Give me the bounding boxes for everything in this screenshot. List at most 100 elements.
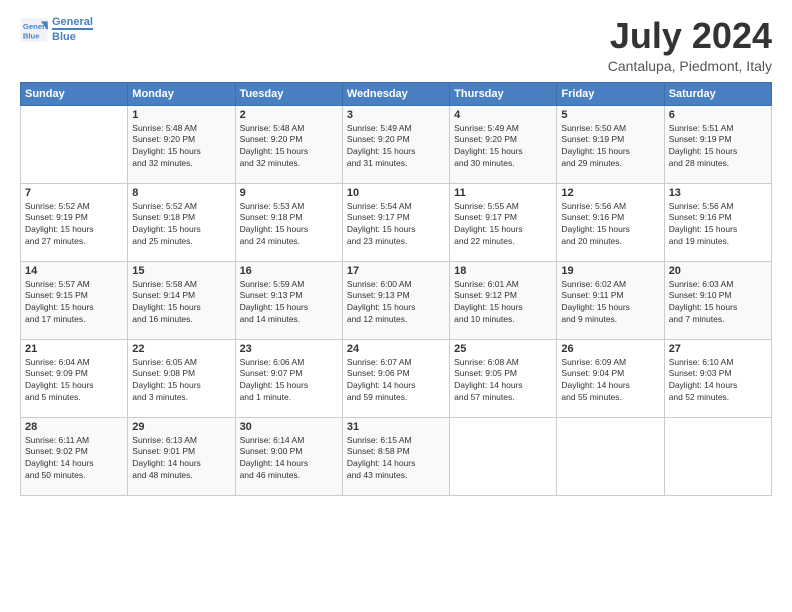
weekday-header: Monday — [128, 82, 235, 105]
logo-text: General — [52, 16, 93, 28]
logo-icon: General Blue — [20, 18, 48, 42]
day-number: 21 — [25, 343, 123, 355]
calendar-table: SundayMondayTuesdayWednesdayThursdayFrid… — [20, 82, 772, 496]
day-info: Sunrise: 5:50 AM Sunset: 9:19 PM Dayligh… — [561, 123, 659, 171]
day-info: Sunrise: 6:05 AM Sunset: 9:08 PM Dayligh… — [132, 357, 230, 405]
weekday-header: Thursday — [450, 82, 557, 105]
day-info: Sunrise: 5:55 AM Sunset: 9:17 PM Dayligh… — [454, 201, 552, 249]
svg-text:Blue: Blue — [23, 31, 40, 40]
calendar-cell: 9 Sunrise: 5:53 AM Sunset: 9:18 PM Daylig… — [235, 183, 342, 261]
calendar-week-row: 7 Sunrise: 5:52 AM Sunset: 9:19 PM Daylig… — [21, 183, 772, 261]
location: Cantalupa, Piedmont, Italy — [608, 58, 772, 74]
day-info: Sunrise: 5:48 AM Sunset: 9:20 PM Dayligh… — [132, 123, 230, 171]
calendar-cell — [450, 417, 557, 495]
day-info: Sunrise: 5:54 AM Sunset: 9:17 PM Dayligh… — [347, 201, 445, 249]
day-number: 14 — [25, 265, 123, 277]
calendar-cell — [664, 417, 771, 495]
calendar-cell: 7 Sunrise: 5:52 AM Sunset: 9:19 PM Daylig… — [21, 183, 128, 261]
calendar-cell: 19Sunrise: 6:02 AM Sunset: 9:11 PM Dayli… — [557, 261, 664, 339]
calendar-cell: 17Sunrise: 6:00 AM Sunset: 9:13 PM Dayli… — [342, 261, 449, 339]
header: General Blue General Blue July 2024 Cant… — [20, 16, 772, 74]
calendar-cell: 4 Sunrise: 5:49 AM Sunset: 9:20 PM Daylig… — [450, 105, 557, 183]
day-info: Sunrise: 5:51 AM Sunset: 9:19 PM Dayligh… — [669, 123, 767, 171]
day-number: 3 — [347, 109, 445, 121]
day-info: Sunrise: 6:15 AM Sunset: 8:58 PM Dayligh… — [347, 435, 445, 483]
day-number: 20 — [669, 265, 767, 277]
calendar-week-row: 1 Sunrise: 5:48 AM Sunset: 9:20 PM Daylig… — [21, 105, 772, 183]
calendar-cell: 3 Sunrise: 5:49 AM Sunset: 9:20 PM Daylig… — [342, 105, 449, 183]
day-number: 13 — [669, 187, 767, 199]
calendar-cell: 13 Sunrise: 5:56 AM Sunset: 9:16 PM Dayli… — [664, 183, 771, 261]
day-info: Sunrise: 5:56 AM Sunset: 9:16 PM Dayligh… — [561, 201, 659, 249]
calendar-cell: 18Sunrise: 6:01 AM Sunset: 9:12 PM Dayli… — [450, 261, 557, 339]
day-info: Sunrise: 5:59 AM Sunset: 9:13 PM Dayligh… — [240, 279, 338, 327]
calendar-cell: 11 Sunrise: 5:55 AM Sunset: 9:17 PM Dayli… — [450, 183, 557, 261]
day-number: 26 — [561, 343, 659, 355]
day-number: 5 — [561, 109, 659, 121]
day-number: 28 — [25, 421, 123, 433]
day-info: Sunrise: 5:53 AM Sunset: 9:18 PM Dayligh… — [240, 201, 338, 249]
day-number: 6 — [669, 109, 767, 121]
calendar-page: General Blue General Blue July 2024 Cant… — [0, 0, 792, 612]
calendar-cell — [557, 417, 664, 495]
title-block: July 2024 Cantalupa, Piedmont, Italy — [608, 16, 772, 74]
day-number: 23 — [240, 343, 338, 355]
calendar-cell: 2 Sunrise: 5:48 AM Sunset: 9:20 PM Daylig… — [235, 105, 342, 183]
calendar-cell: 5 Sunrise: 5:50 AM Sunset: 9:19 PM Daylig… — [557, 105, 664, 183]
day-number: 8 — [132, 187, 230, 199]
header-row: SundayMondayTuesdayWednesdayThursdayFrid… — [21, 82, 772, 105]
day-number: 24 — [347, 343, 445, 355]
day-info: Sunrise: 5:48 AM Sunset: 9:20 PM Dayligh… — [240, 123, 338, 171]
calendar-cell: 25 Sunrise: 6:08 AM Sunset: 9:05 PM Dayli… — [450, 339, 557, 417]
calendar-cell: 8 Sunrise: 5:52 AM Sunset: 9:18 PM Daylig… — [128, 183, 235, 261]
calendar-cell: 29Sunrise: 6:13 AM Sunset: 9:01 PM Dayli… — [128, 417, 235, 495]
calendar-cell: 26 Sunrise: 6:09 AM Sunset: 9:04 PM Dayli… — [557, 339, 664, 417]
day-number: 30 — [240, 421, 338, 433]
day-number: 12 — [561, 187, 659, 199]
day-number: 16 — [240, 265, 338, 277]
day-info: Sunrise: 6:08 AM Sunset: 9:05 PM Dayligh… — [454, 357, 552, 405]
calendar-cell: 21 Sunrise: 6:04 AM Sunset: 9:09 PM Dayli… — [21, 339, 128, 417]
calendar-cell: 16 Sunrise: 5:59 AM Sunset: 9:13 PM Dayli… — [235, 261, 342, 339]
calendar-cell: 20Sunrise: 6:03 AM Sunset: 9:10 PM Dayli… — [664, 261, 771, 339]
day-info: Sunrise: 5:56 AM Sunset: 9:16 PM Dayligh… — [669, 201, 767, 249]
calendar-cell: 27Sunrise: 6:10 AM Sunset: 9:03 PM Dayli… — [664, 339, 771, 417]
day-info: Sunrise: 6:00 AM Sunset: 9:13 PM Dayligh… — [347, 279, 445, 327]
weekday-header: Tuesday — [235, 82, 342, 105]
day-number: 10 — [347, 187, 445, 199]
day-info: Sunrise: 5:57 AM Sunset: 9:15 PM Dayligh… — [25, 279, 123, 327]
calendar-cell: 30 Sunrise: 6:14 AM Sunset: 9:00 PM Dayli… — [235, 417, 342, 495]
day-number: 4 — [454, 109, 552, 121]
calendar-cell: 23Sunrise: 6:06 AM Sunset: 9:07 PM Dayli… — [235, 339, 342, 417]
day-number: 19 — [561, 265, 659, 277]
day-info: Sunrise: 6:01 AM Sunset: 9:12 PM Dayligh… — [454, 279, 552, 327]
day-info: Sunrise: 5:49 AM Sunset: 9:20 PM Dayligh… — [347, 123, 445, 171]
day-number: 7 — [25, 187, 123, 199]
day-number: 25 — [454, 343, 552, 355]
calendar-week-row: 21 Sunrise: 6:04 AM Sunset: 9:09 PM Dayli… — [21, 339, 772, 417]
day-info: Sunrise: 6:14 AM Sunset: 9:00 PM Dayligh… — [240, 435, 338, 483]
day-number: 22 — [132, 343, 230, 355]
weekday-header: Sunday — [21, 82, 128, 105]
day-number: 11 — [454, 187, 552, 199]
day-info: Sunrise: 5:52 AM Sunset: 9:18 PM Dayligh… — [132, 201, 230, 249]
calendar-cell: 24Sunrise: 6:07 AM Sunset: 9:06 PM Dayli… — [342, 339, 449, 417]
day-info: Sunrise: 6:04 AM Sunset: 9:09 PM Dayligh… — [25, 357, 123, 405]
day-number: 31 — [347, 421, 445, 433]
weekday-header: Friday — [557, 82, 664, 105]
calendar-cell: 15Sunrise: 5:58 AM Sunset: 9:14 PM Dayli… — [128, 261, 235, 339]
calendar-cell: 12 Sunrise: 5:56 AM Sunset: 9:16 PM Dayli… — [557, 183, 664, 261]
day-info: Sunrise: 5:52 AM Sunset: 9:19 PM Dayligh… — [25, 201, 123, 249]
calendar-cell: 31 Sunrise: 6:15 AM Sunset: 8:58 PM Dayli… — [342, 417, 449, 495]
day-number: 1 — [132, 109, 230, 121]
calendar-cell: 14 Sunrise: 5:57 AM Sunset: 9:15 PM Dayli… — [21, 261, 128, 339]
day-number: 29 — [132, 421, 230, 433]
day-number: 2 — [240, 109, 338, 121]
day-info: Sunrise: 6:09 AM Sunset: 9:04 PM Dayligh… — [561, 357, 659, 405]
calendar-cell: 28 Sunrise: 6:11 AM Sunset: 9:02 PM Dayli… — [21, 417, 128, 495]
day-info: Sunrise: 5:49 AM Sunset: 9:20 PM Dayligh… — [454, 123, 552, 171]
month-title: July 2024 — [608, 16, 772, 56]
day-info: Sunrise: 6:11 AM Sunset: 9:02 PM Dayligh… — [25, 435, 123, 483]
calendar-cell — [21, 105, 128, 183]
day-number: 9 — [240, 187, 338, 199]
